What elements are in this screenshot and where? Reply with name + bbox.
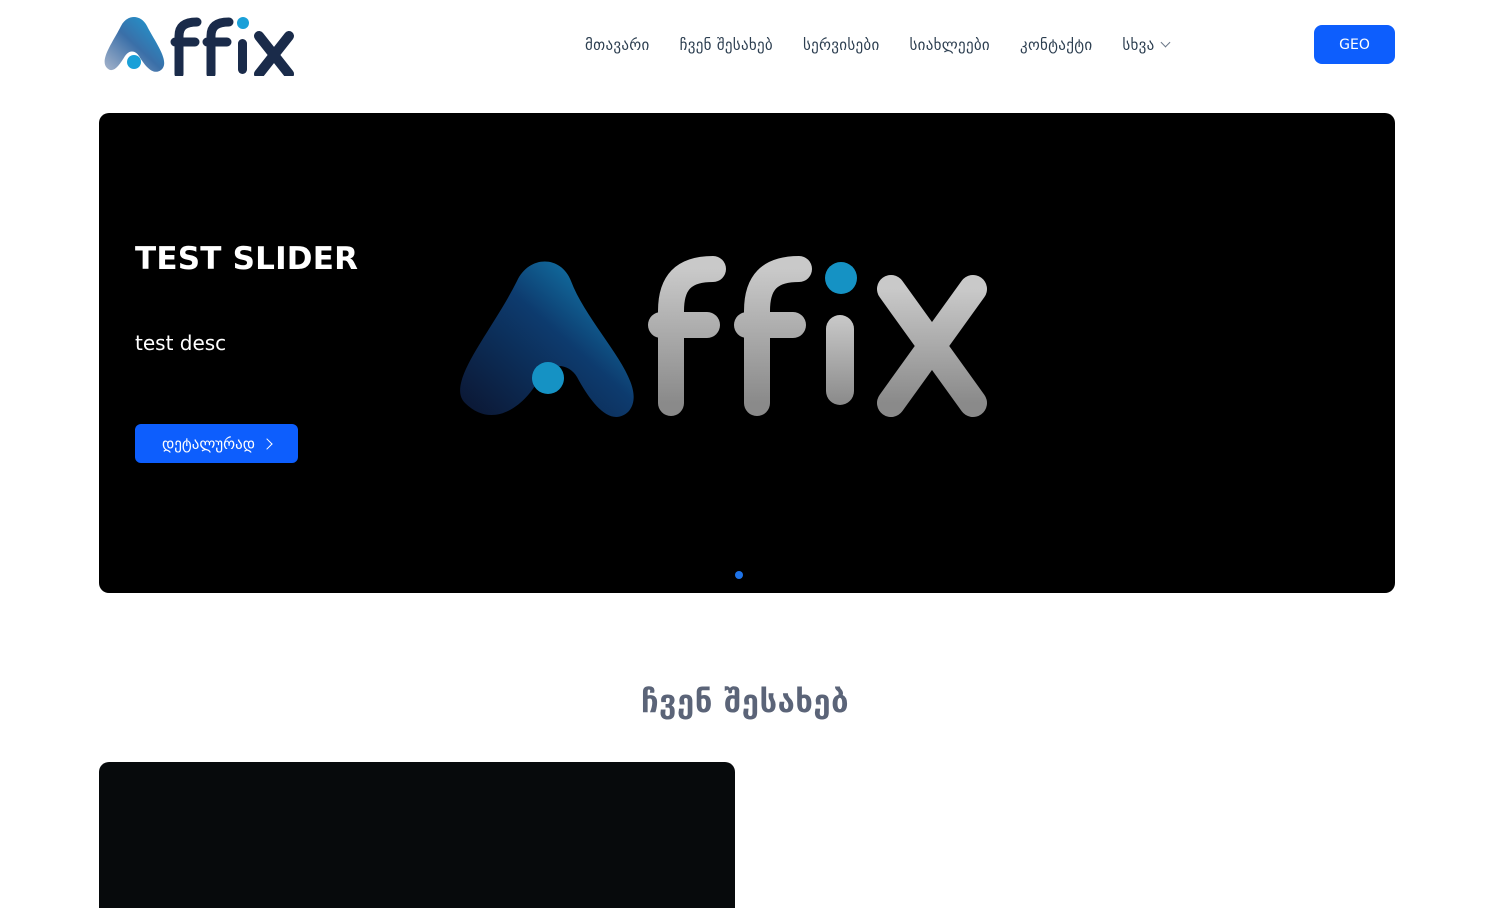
nav-label: სიახლეები [909, 36, 990, 54]
about-section-title: ჩვენ შესახებ [640, 684, 850, 720]
hero-description: test desc [135, 331, 227, 355]
main-nav: მთავარი ჩვენ შესახებ სერვისები სიახლეები… [585, 33, 1171, 57]
nav-label: სხვა [1122, 36, 1155, 54]
details-button-label: დეტალურად [162, 434, 255, 453]
nav-item-home[interactable]: მთავარი [585, 36, 650, 54]
hero-title: TEST SLIDER [135, 241, 359, 277]
details-button[interactable]: დეტალურად [135, 424, 298, 463]
site-header: მთავარი ჩვენ შესახებ სერვისები სიახლეები… [0, 0, 1490, 90]
nav-item-news[interactable]: სიახლეები [910, 36, 990, 54]
nav-label: კონტაქტი [1020, 36, 1093, 54]
language-button[interactable]: GEO [1314, 25, 1395, 64]
nav-label: მთავარი [585, 36, 650, 54]
chevron-down-icon [1160, 37, 1171, 48]
nav-item-contact[interactable]: კონტაქტი [1020, 36, 1092, 54]
nav-item-services[interactable]: სერვისები [803, 36, 880, 54]
about-media-block [99, 762, 735, 908]
site-logo[interactable] [99, 12, 299, 76]
nav-item-more-dropdown[interactable]: სხვა [1122, 36, 1171, 54]
nav-item-about[interactable]: ჩვენ შესახებ [680, 36, 773, 54]
hero-logo-image [460, 256, 987, 417]
chevron-right-icon [261, 437, 273, 450]
nav-label: ჩვენ შესახებ [679, 36, 773, 54]
slider-dot-active[interactable] [735, 571, 743, 579]
nav-label: სერვისები [802, 36, 880, 54]
hero-slider[interactable]: TEST SLIDER test desc დეტალურად [99, 113, 1395, 593]
